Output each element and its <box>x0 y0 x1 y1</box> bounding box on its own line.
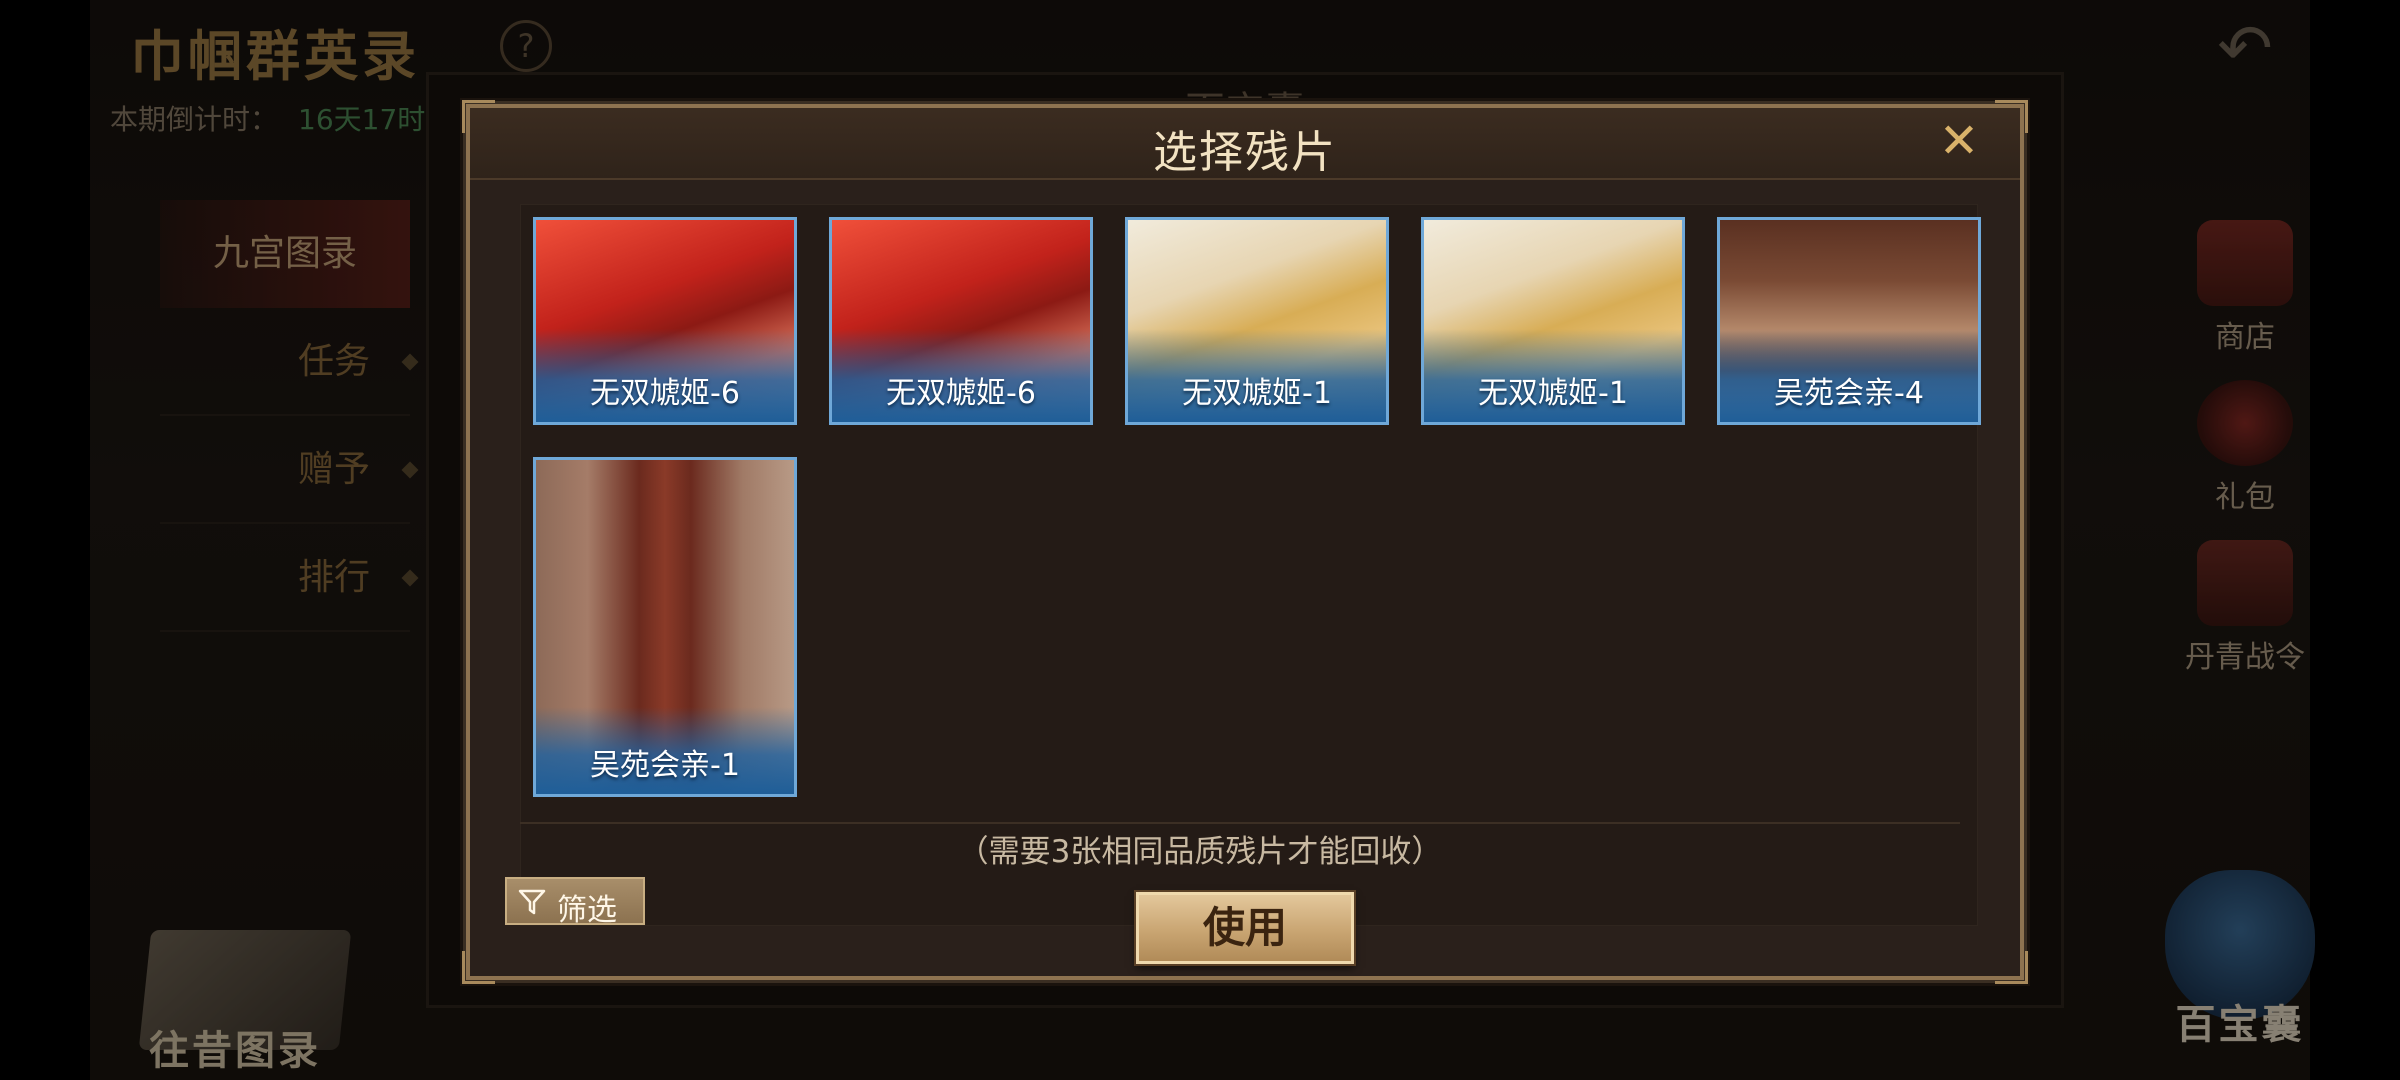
dialog-title: 选择残片 <box>1153 127 1337 178</box>
filter-button[interactable]: 筛选 <box>505 877 645 928</box>
fragment-card[interactable]: 无双虓姬-6 <box>533 217 797 425</box>
fragment-label: 无双虓姬-1 <box>1182 376 1332 411</box>
corner-ornament <box>1995 951 2028 984</box>
corner-ornament <box>462 951 495 984</box>
use-button[interactable]: 使用 <box>1136 892 1354 964</box>
fragment-card[interactable]: 吴苑会亲-1 <box>533 457 797 797</box>
fragment-card[interactable]: 吴苑会亲-4 <box>1717 217 1981 425</box>
fragment-label: 无双虓姬-1 <box>1478 376 1628 411</box>
close-icon[interactable]: ✕ <box>1936 117 1982 165</box>
fragment-list: 无双虓姬-6 无双虓姬-6 无双虓姬-1 无双虓姬-1 吴苑会亲-4 吴苑会亲-… <box>520 204 1981 926</box>
fragment-label: 吴苑会亲-1 <box>590 748 740 783</box>
recycle-hint: （需要3张相同品质残片才能回收） <box>957 834 1443 870</box>
fragment-label: 无双虓姬-6 <box>886 376 1036 411</box>
divider <box>520 822 1960 824</box>
use-label: 使用 <box>1202 903 1287 952</box>
fragment-card[interactable]: 无双虓姬-6 <box>829 217 1093 425</box>
fragment-label: 无双虓姬-6 <box>590 376 740 411</box>
dialog-header: 选择残片 ✕ <box>470 108 2020 180</box>
screen: 巾帼群英录 ? 本期倒计时： 16天17时 ↶ 九宫图录 任务 赠予 排行 商店 … <box>0 0 2400 1080</box>
filter-label: 筛选 <box>557 893 617 928</box>
fragment-label: 吴苑会亲-4 <box>1774 376 1924 411</box>
fragment-card[interactable]: 无双虓姬-1 <box>1421 217 1685 425</box>
fragment-card[interactable]: 无双虓姬-1 <box>1125 217 1389 425</box>
funnel-icon <box>518 889 546 915</box>
